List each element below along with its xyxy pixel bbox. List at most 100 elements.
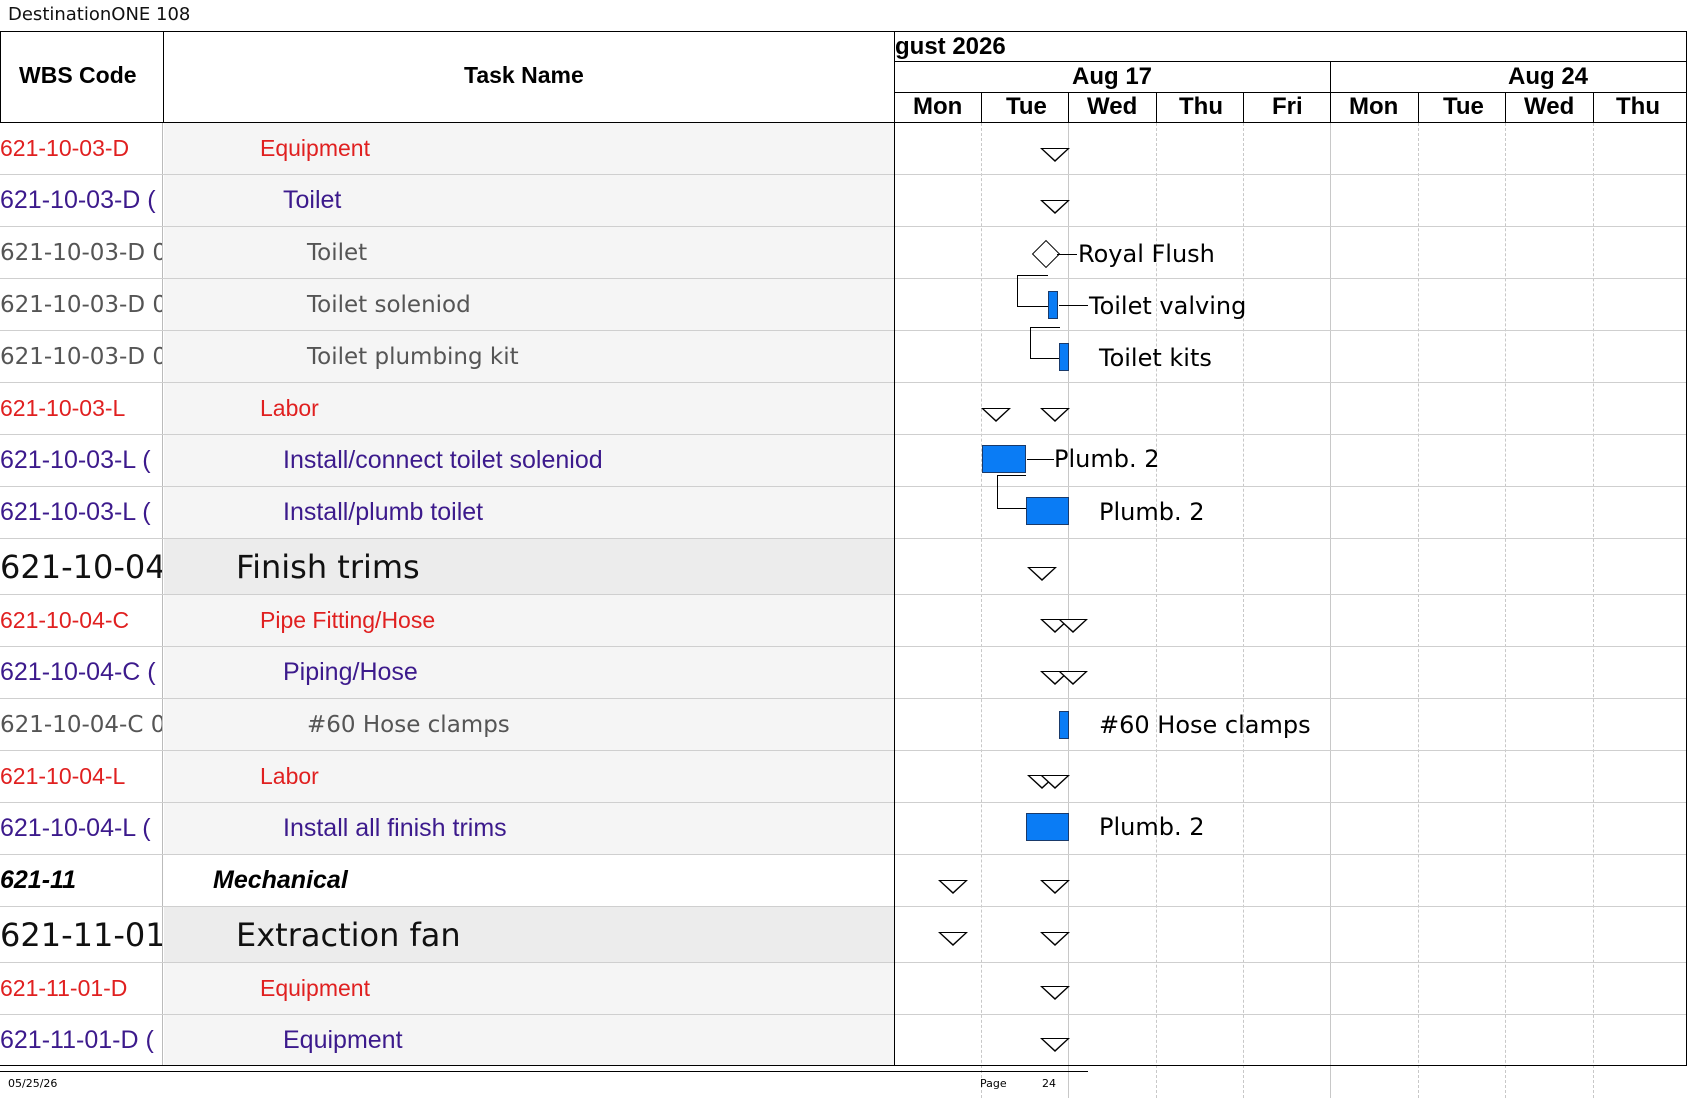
task-cell: Equipment bbox=[164, 123, 894, 174]
wbs-cell: 621-10-03-D 01 bbox=[0, 227, 163, 278]
task-cell: Toilet bbox=[164, 175, 894, 226]
gantt-label: Plumb. 2 bbox=[1099, 498, 1205, 526]
gantt-label: Plumb. 2 bbox=[1054, 445, 1160, 473]
summary-marker bbox=[1027, 567, 1057, 581]
table-row[interactable]: 621-10-03-D 01 Toilet soleniod bbox=[0, 279, 1687, 331]
task-column-header[interactable]: Task Name bbox=[163, 31, 895, 123]
month-label: gust 2026 bbox=[895, 33, 1006, 60]
table-row[interactable]: 621-10-04 Finish trims bbox=[0, 539, 1687, 595]
wbs-cell: 621-11-01 bbox=[0, 907, 163, 962]
wbs-cell: 621-10-04-L bbox=[0, 751, 163, 802]
week-label-aug17: Aug 17 bbox=[1072, 63, 1153, 90]
day-header: Tue bbox=[1418, 92, 1506, 123]
summary-marker bbox=[1040, 200, 1070, 214]
task-cell: Toilet plumbing kit bbox=[164, 331, 894, 382]
task-cell: Labor bbox=[164, 751, 894, 802]
summary-marker bbox=[1040, 1038, 1070, 1052]
day-label: Thu bbox=[1179, 93, 1223, 120]
table-row[interactable]: 621-11-01-D ( Equipment bbox=[0, 1015, 1687, 1066]
table-row[interactable]: 621-11-01-D Equipment bbox=[0, 963, 1687, 1015]
connector-line bbox=[1030, 327, 1060, 359]
table-row[interactable]: 621-10-03-D Equipment bbox=[0, 123, 1687, 175]
gantt-label: Toilet kits bbox=[1099, 344, 1212, 372]
app-title: DestinationONE 108 bbox=[8, 4, 191, 25]
wbs-cell: 621-10-03-D 01 bbox=[0, 331, 163, 382]
day-header: Tue bbox=[981, 92, 1069, 123]
summary-marker bbox=[1040, 880, 1070, 894]
day-header: Mon bbox=[894, 92, 982, 123]
summary-marker bbox=[1040, 408, 1070, 422]
summary-marker bbox=[1040, 148, 1070, 162]
task-bar bbox=[1026, 813, 1069, 841]
summary-marker bbox=[1040, 932, 1070, 946]
week-label-aug24: Aug 24 bbox=[1508, 63, 1589, 90]
table-row[interactable]: 621-10-04-L ( Install all finish trims bbox=[0, 803, 1687, 855]
gantt-label: #60 Hose clamps bbox=[1099, 711, 1311, 739]
wbs-header-label: WBS Code bbox=[19, 62, 137, 88]
task-cell: Pipe Fitting/Hose bbox=[164, 595, 894, 646]
task-cell: Install all finish trims bbox=[164, 803, 894, 854]
table-row[interactable]: 621-11 Mechanical bbox=[0, 855, 1687, 907]
table-row[interactable]: 621-10-03-D ( Toilet bbox=[0, 175, 1687, 227]
table-row[interactable]: 621-10-04-C Pipe Fitting/Hose bbox=[0, 595, 1687, 647]
table-row[interactable]: 621-10-03-D 01 Toilet plumbing kit bbox=[0, 331, 1687, 383]
wbs-cell: 621-10-04-L ( bbox=[0, 803, 163, 854]
day-label: Tue bbox=[1006, 93, 1047, 120]
week-header-aug17: Aug 17 bbox=[894, 61, 1331, 93]
week-header-aug24: Aug 24 bbox=[1330, 61, 1687, 93]
task-cell: Install/plumb toilet bbox=[164, 487, 894, 538]
task-bar bbox=[982, 445, 1026, 473]
wbs-cell: 621-10-03-D bbox=[0, 123, 163, 174]
table-row[interactable]: 621-10-03-L Labor bbox=[0, 383, 1687, 435]
task-bar bbox=[1059, 343, 1069, 371]
task-cell: Toilet bbox=[164, 227, 894, 278]
day-label: Mon bbox=[1349, 93, 1399, 120]
task-header-label: Task Name bbox=[464, 62, 584, 88]
connector-line bbox=[997, 475, 1026, 509]
day-header: Wed bbox=[1068, 92, 1157, 123]
table-row[interactable]: 621-10-04-L Labor bbox=[0, 751, 1687, 803]
column-divider bbox=[894, 31, 895, 1065]
day-label: Wed bbox=[1087, 93, 1138, 120]
day-label: Thu bbox=[1616, 93, 1660, 120]
connector-line bbox=[1017, 275, 1048, 307]
table-row[interactable]: 621-10-03-L ( Install/connect toilet sol… bbox=[0, 435, 1687, 487]
table-row[interactable]: 621-10-04-C ( Piping/Hose bbox=[0, 647, 1687, 699]
task-cell: Install/connect toilet soleniod bbox=[164, 435, 894, 486]
task-cell: Piping/Hose bbox=[164, 647, 894, 698]
wbs-column-header[interactable]: WBS Code bbox=[0, 31, 164, 123]
table-row[interactable]: 621-10-03-L ( Install/plumb toilet bbox=[0, 487, 1687, 539]
wbs-cell: 621-10-04-C 01 bbox=[0, 699, 163, 750]
table-row[interactable]: 621-10-04-C 01 #60 Hose clamps bbox=[0, 699, 1687, 751]
footer-page-number: 24 bbox=[1042, 1077, 1056, 1090]
wbs-cell: 621-11-01-D ( bbox=[0, 1015, 163, 1065]
wbs-cell: 621-10-03-L ( bbox=[0, 487, 163, 538]
summary-marker bbox=[1058, 619, 1088, 633]
connector-line bbox=[1027, 459, 1054, 460]
task-cell: Toilet soleniod bbox=[164, 279, 894, 330]
task-cell: Equipment bbox=[164, 1015, 894, 1065]
summary-marker bbox=[1040, 775, 1070, 789]
day-header: Thu bbox=[1156, 92, 1244, 123]
footer-divider bbox=[0, 1071, 1088, 1072]
gantt-label: Toilet valving bbox=[1089, 292, 1247, 320]
gantt-label: Plumb. 2 bbox=[1099, 813, 1205, 841]
day-label: Mon bbox=[913, 93, 963, 120]
task-cell: Mechanical bbox=[164, 855, 894, 906]
day-header: Mon bbox=[1330, 92, 1419, 123]
wbs-cell: 621-11 bbox=[0, 855, 163, 906]
wbs-cell: 621-10-04-C bbox=[0, 595, 163, 646]
task-cell: Equipment bbox=[164, 963, 894, 1014]
wbs-cell: 621-10-03-D ( bbox=[0, 175, 163, 226]
footer-page-label: Page bbox=[980, 1077, 1007, 1090]
table-row[interactable]: 621-11-01 Extraction fan bbox=[0, 907, 1687, 963]
summary-marker bbox=[938, 932, 968, 946]
table-row[interactable]: 621-10-03-D 01 Toilet bbox=[0, 227, 1687, 279]
day-header: Wed bbox=[1505, 92, 1594, 123]
wbs-cell: 621-10-04 bbox=[0, 539, 163, 594]
summary-marker bbox=[981, 408, 1011, 422]
task-bar bbox=[1026, 497, 1069, 525]
footer-date: 05/25/26 bbox=[8, 1077, 58, 1090]
day-label: Fri bbox=[1272, 93, 1303, 120]
wbs-cell: 621-10-04-C ( bbox=[0, 647, 163, 698]
